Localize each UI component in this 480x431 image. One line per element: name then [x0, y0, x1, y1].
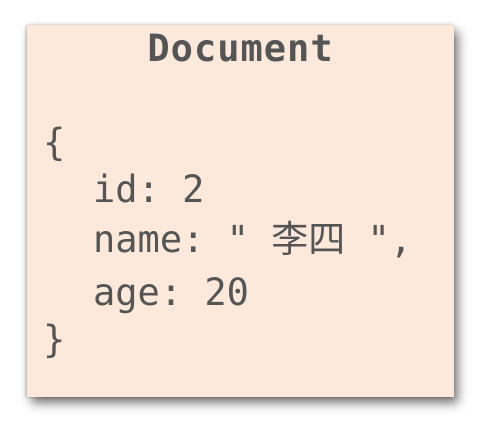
document-card: Document { id: 2 name: " 李四 ", age: 20 }	[27, 25, 454, 397]
open-brace: {	[43, 121, 66, 164]
field-id: id: 2	[93, 168, 205, 211]
field-name: name: " 李四 ",	[93, 218, 413, 261]
close-brace: }	[43, 318, 66, 361]
field-age: age: 20	[93, 271, 249, 314]
document-title: Document	[147, 27, 334, 70]
